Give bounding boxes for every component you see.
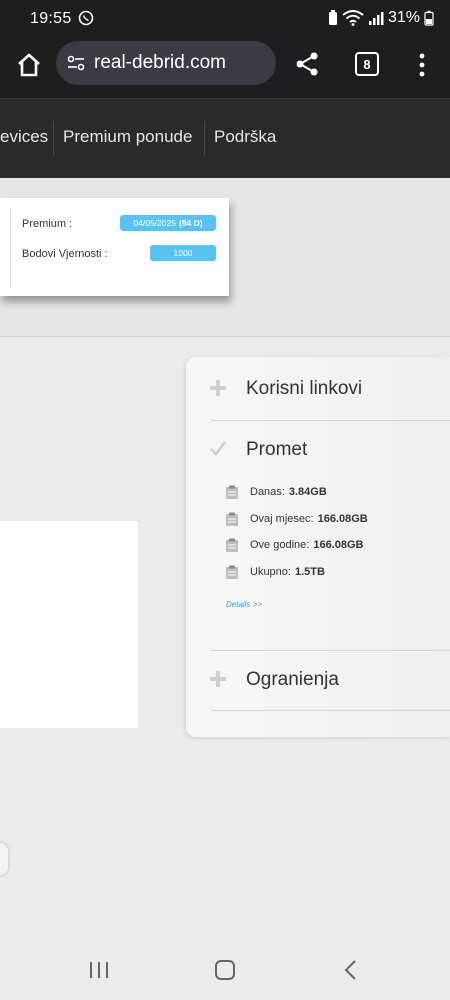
battery-icon [424, 10, 434, 26]
clipboard-icon [226, 538, 238, 552]
recent-apps-icon[interactable] [88, 960, 110, 980]
traffic-this-month: Ovaj mjesec: 166.08GB [225, 512, 368, 526]
section-divider [211, 650, 450, 651]
premium-label: Premium : [22, 218, 73, 230]
section-title[interactable]: Korisni linkovi [246, 378, 362, 400]
viber-icon [78, 10, 94, 26]
scroll-handle[interactable] [0, 843, 8, 875]
nav-separator [204, 121, 205, 155]
status-icons: 31% [328, 9, 434, 27]
nav-item-support[interactable]: Podrška [214, 127, 276, 147]
traffic-this-year: Ove godine: 166.08GB [225, 538, 363, 552]
details-link[interactable]: Details >> [226, 600, 262, 609]
traffic-total: Ukupno: 1.5TB [225, 565, 325, 579]
section-divider [211, 710, 450, 711]
browser-toolbar: real-debrid.com 8 [0, 38, 450, 98]
url-text[interactable]: real-debrid.com [94, 52, 226, 74]
premium-date: 04/05/2025 [133, 218, 176, 228]
status-bar: 19:55 31% [0, 0, 450, 38]
battery-saver-icon [328, 10, 337, 25]
content-panel [0, 521, 138, 728]
plus-icon [210, 380, 226, 396]
nav-separator [53, 121, 54, 155]
section-title[interactable]: Promet [246, 439, 307, 461]
sidebar-accordion: Korisni linkovi Promet Danas: 3.84GB Ova… [186, 357, 450, 737]
nav-item-devices[interactable]: evices [0, 127, 48, 147]
loyalty-points-badge: 1000 [150, 245, 216, 261]
clipboard-icon [226, 485, 238, 499]
card-divider [10, 208, 11, 288]
share-icon[interactable] [294, 51, 320, 77]
battery-percent: 31% [387, 9, 420, 26]
premium-days-left: (94 D) [178, 218, 203, 228]
more-options-icon[interactable] [412, 52, 432, 78]
plus-icon [210, 671, 226, 687]
signal-icon [368, 12, 384, 25]
account-status-card: Premium : 04/05/2025 (94 D) Bodovi Vjern… [0, 198, 229, 296]
wifi-icon [342, 10, 364, 26]
site-navigation: evices Premium ponude Podrška [0, 98, 450, 179]
premium-expiry-badge: 04/05/2025 (94 D) [120, 215, 216, 231]
section-title[interactable]: Ogranienja [246, 669, 339, 691]
status-time: 19:55 [30, 10, 72, 27]
tab-switcher-button[interactable]: 8 [355, 52, 379, 76]
address-bar[interactable]: real-debrid.com [56, 41, 276, 85]
check-icon [210, 441, 226, 456]
section-divider [211, 420, 450, 421]
clipboard-icon [226, 565, 238, 579]
home-button-icon[interactable] [214, 960, 236, 980]
traffic-today: Danas: 3.84GB [225, 485, 327, 499]
site-settings-icon[interactable] [66, 53, 86, 73]
back-icon[interactable] [342, 960, 360, 980]
home-icon[interactable] [16, 52, 42, 78]
nav-item-premium-offers[interactable]: Premium ponude [63, 127, 192, 147]
loyalty-points-label: Bodovi Vjernosti : [22, 248, 108, 260]
clipboard-icon [226, 512, 238, 526]
system-navigation-bar [0, 940, 450, 1000]
